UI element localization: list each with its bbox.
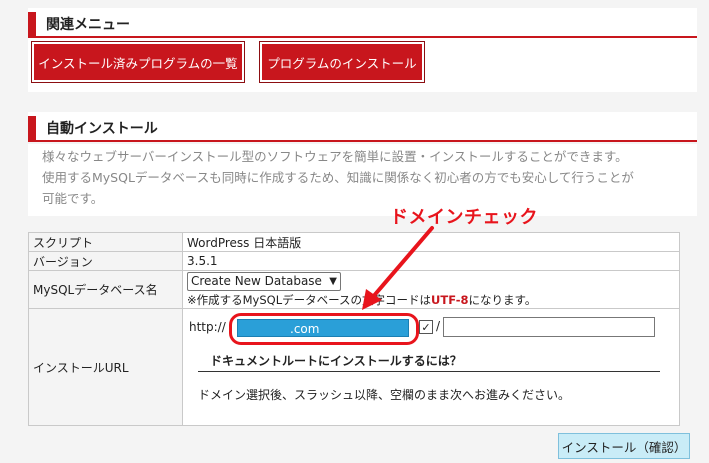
domain-instruction: ドメイン選択後、スラッシュ以降、空欄のまま次へお進みください。 [198, 388, 571, 402]
version-value: 3.5.1 [182, 251, 680, 271]
related-menu-title: 関連メニュー [46, 17, 130, 33]
auto-install-description: 様々なウェブサーバーインストール型のソフトウェアを簡単に設置・インストールするこ… [28, 144, 697, 216]
table-row: MySQLデータベース名 Create New Database ▼ ※作成する… [28, 270, 680, 309]
domain-check-annotation: ドメインチェック [390, 207, 538, 228]
description-line: 可能です。 [42, 191, 104, 206]
table-row: バージョン 3.5.1 [28, 251, 680, 271]
program-install-button[interactable]: プログラムのインストール [259, 41, 425, 83]
section-marker [28, 116, 36, 140]
install-path-input[interactable] [443, 317, 655, 337]
divider [198, 371, 660, 372]
script-label: スクリプト [28, 232, 183, 252]
domain-checkbox[interactable]: ✓ [419, 320, 433, 334]
related-menu-area: インストール済みプログラムの一覧 プログラムのインストール [28, 38, 697, 92]
script-value: WordPress 日本語版 [182, 232, 680, 252]
auto-install-header: 自動インストール [28, 112, 697, 142]
doc-root-heading: ドキュメントルートにインストールするには？ [210, 354, 462, 368]
version-label: バージョン [28, 251, 183, 271]
db-note-mid: 文字コードは [362, 292, 432, 307]
url-prefix: http:// [189, 320, 226, 334]
charset-badge: UTF-8 [431, 292, 469, 307]
db-note-suffix: になります。 [468, 292, 537, 307]
installed-programs-button[interactable]: インストール済みプログラムの一覧 [31, 41, 245, 83]
description-line: 使用するMySQLデータベースも同時に作成するため、知識に関係なく初心者の方でも… [42, 170, 634, 185]
install-url-label: インストールURL [28, 308, 183, 426]
database-select[interactable]: Create New Database ▼ [187, 271, 341, 291]
db-cell: Create New Database ▼ ※作成するMySQLデータベースの文… [182, 270, 680, 309]
table-row: スクリプト WordPress 日本語版 [28, 232, 680, 252]
db-label: MySQLデータベース名 [28, 270, 183, 309]
related-menu-header: 関連メニュー [28, 8, 697, 38]
db-note: ※作成するMySQLデータベースの文字コードはUTF-8になります。 [187, 292, 675, 308]
description-line: 様々なウェブサーバーインストール型のソフトウェアを簡単に設置・インストールするこ… [42, 149, 628, 164]
section-marker [28, 12, 36, 36]
auto-install-title: 自動インストール [46, 121, 158, 137]
install-confirm-button[interactable]: インストール（確認） [558, 433, 690, 459]
path-slash: / [436, 319, 441, 333]
database-select-value: Create New Database [191, 273, 322, 288]
highlight-oval [229, 313, 419, 345]
db-note-prefix: ※作成するMySQLデータベースの [187, 292, 363, 307]
chevron-down-icon: ▼ [329, 275, 337, 287]
url-line: http:// .com ✓ / [187, 313, 675, 345]
